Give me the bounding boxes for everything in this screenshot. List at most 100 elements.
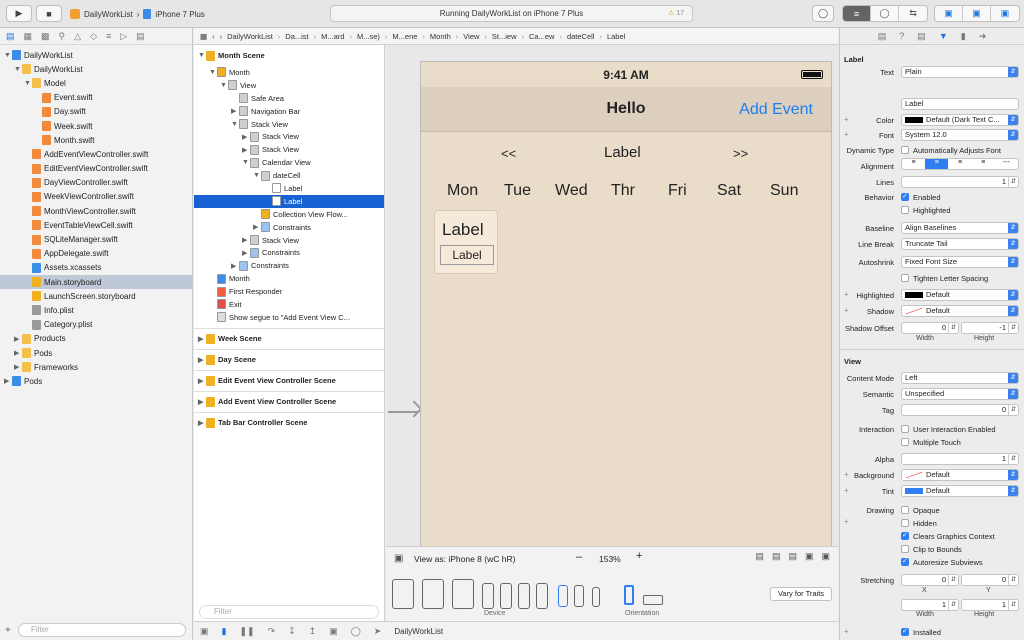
file-row[interactable]: Event.swift [0,91,192,105]
file-row[interactable]: ▶ Pods [0,374,192,388]
issue-icon[interactable]: △ [74,31,81,42]
device-option-icon[interactable] [592,587,600,607]
quick-help-icon[interactable]: ? [899,31,904,41]
shadow-color-popup[interactable]: Default ⇵ [901,305,1019,317]
zoom-out-button[interactable]: – [576,551,582,563]
align-justify-icon[interactable]: ≡ [972,159,995,169]
device-option-icon[interactable] [392,579,414,609]
path-component[interactable]: St...iew [492,32,517,41]
installed-checkbox[interactable]: Installed [901,625,1024,639]
report-icon[interactable]: ▤ [136,31,145,42]
back-icon[interactable]: ‹ [212,32,215,41]
pause-icon[interactable]: ❚❚ [239,626,254,637]
tag-field[interactable]: 0 ⇵ [901,404,1019,416]
text-type-popup[interactable]: Plain ⇵ [901,66,1019,78]
outline-row[interactable]: ▶ Navigation Bar [194,105,384,118]
outline-row[interactable]: Month [194,272,384,285]
file-row[interactable]: ▼ DailyWorkList [0,48,192,62]
baseline-popup[interactable]: Align Baselines ⇵ [901,222,1019,234]
device-option-icon[interactable] [558,585,568,607]
file-row[interactable]: SQLiteManager.swift [0,232,192,246]
stepper-icon[interactable]: ⇵ [948,323,958,333]
breakpoints-toggle-icon[interactable]: ▮ [222,626,227,637]
disclosure-closed-icon[interactable]: ▶ [14,335,22,343]
align-center-icon[interactable]: ≡ [925,159,949,169]
cell-label-bottom[interactable]: Label [440,245,494,265]
outline-row[interactable]: Label [194,182,384,195]
clip-bounds-checkbox[interactable]: Clip to Bounds [901,542,1024,556]
device-option-icon[interactable] [500,583,512,609]
stretch-width[interactable]: 1 ⇵ [901,599,959,611]
memory-graph-icon[interactable]: ◯ [351,626,361,637]
identity-inspector-icon[interactable]: ▤ [917,31,926,42]
checkbox-icon[interactable] [901,192,909,201]
file-inspector-icon[interactable]: ▤ [878,31,887,42]
scene-header-month[interactable]: ▼ Month Scene [194,45,384,66]
stepper-icon[interactable]: ⇵ [948,575,958,585]
stretch-y[interactable]: 0 ⇵ [961,574,1019,586]
align-icon[interactable]: ▤ [788,551,797,562]
scene-header[interactable]: ▶ Day Scene [194,348,384,370]
path-component[interactable]: Month [430,32,451,41]
outline-row[interactable]: ▼ View [194,79,384,92]
file-row[interactable]: MonthViewController.swift [0,204,192,218]
checkbox-icon[interactable] [901,206,909,214]
checkbox-icon[interactable] [901,531,909,540]
add-file-icon[interactable]: + [5,625,11,636]
outline-row[interactable]: Label [194,194,384,208]
disclosure-closed-icon[interactable]: ▶ [198,335,206,343]
text-color-popup[interactable]: Default (Dark Text C... ⇵ [901,114,1019,126]
stack-icon[interactable]: ▤ [772,551,781,562]
path-component[interactable]: dateCell [567,32,595,41]
user-interaction-checkbox[interactable]: User Interaction Enabled [901,422,1024,436]
outline-row[interactable]: Safe Area [194,92,384,105]
file-row[interactable]: Category.plist [0,318,192,332]
file-row[interactable]: AppDelegate.swift [0,247,192,261]
disclosure-closed-icon[interactable]: ▶ [14,349,22,357]
disclosure-closed-icon[interactable]: ▶ [231,107,239,115]
file-row[interactable]: Assets.xcassets [0,261,192,275]
disclosure-open-icon[interactable]: ▼ [4,52,12,59]
disclosure-open-icon[interactable]: ▼ [242,159,250,166]
toggle-outline-icon[interactable]: ▣ [394,553,403,564]
disclosure-open-icon[interactable]: ▼ [209,69,217,76]
checkbox-icon[interactable] [901,627,909,636]
storyboard-canvas[interactable]: 9:41 AM Hello Add Event << Label >> Mon T… [386,45,838,551]
checkbox-icon[interactable] [901,506,909,514]
stepper-icon[interactable]: ⇵ [1008,323,1018,333]
add-event-button[interactable]: Add Event [739,101,813,119]
disclosure-closed-icon[interactable]: ▶ [198,377,206,385]
add-variation-icon[interactable]: + [844,627,849,636]
month-view-controller[interactable]: 9:41 AM Hello Add Event << Label >> Mon T… [420,61,832,551]
file-row[interactable]: WeekViewController.swift [0,190,192,204]
debug-icon[interactable]: ≡ [106,31,111,41]
disclosure-closed-icon[interactable]: ▶ [242,146,250,154]
outline-row[interactable]: Show segue to "Add Event View C... [194,311,384,324]
view-as-label[interactable]: View as: iPhone 8 (wC hR) [414,554,515,564]
connections-inspector-icon[interactable]: ➜ [979,31,987,42]
stepper-icon[interactable]: ⇵ [1008,454,1018,464]
hide-debug-icon[interactable]: ▣ [200,626,209,637]
size-inspector-icon[interactable]: ▮ [961,31,966,42]
outline-row[interactable]: ▶ Stack View [194,143,384,156]
stop-button[interactable]: ■ [36,5,62,22]
vary-for-traits-button[interactable]: Vary for Traits [770,587,832,601]
disclosure-open-icon[interactable]: ▼ [24,80,32,87]
date-cell[interactable]: Label Label [434,210,498,274]
line-break-popup[interactable]: Truncate Tail ⇵ [901,238,1019,250]
clears-context-checkbox[interactable]: Clears Graphics Context [901,529,1024,543]
file-row[interactable]: ▼ Model [0,76,192,90]
outline-row[interactable]: ▶ Stack View [194,130,384,143]
landscape-orientation-icon[interactable] [643,595,663,605]
file-row[interactable]: Week.swift [0,119,192,133]
file-row[interactable]: ▶ Frameworks [0,360,192,374]
device-option-icon[interactable] [536,583,548,609]
path-component[interactable]: Da...ist [285,32,308,41]
next-month-button[interactable]: >> [733,146,748,161]
disclosure-closed-icon[interactable]: ▶ [242,249,250,257]
device-option-icon[interactable] [574,585,584,607]
path-component[interactable]: DailyWorkList [227,32,273,41]
semantic-popup[interactable]: Unspecified ⇵ [901,388,1019,400]
tint-color-popup[interactable]: Default ⇵ [901,485,1019,497]
file-row[interactable]: LaunchScreen.storyboard [0,289,192,303]
